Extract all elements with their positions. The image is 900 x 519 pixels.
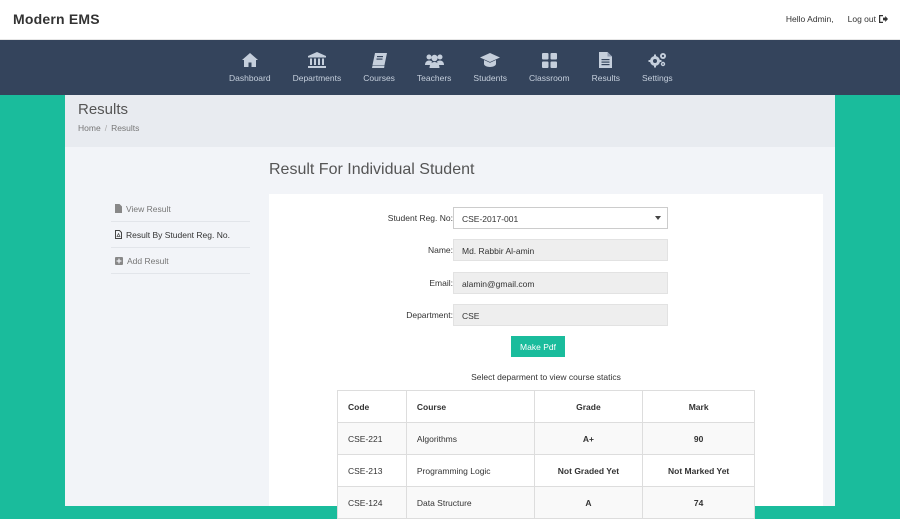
sidebar-item-view-result[interactable]: View Result xyxy=(111,196,250,222)
email-label: Email: xyxy=(429,278,453,288)
column-header-code: Code xyxy=(337,390,407,423)
nav-departments[interactable]: Departments xyxy=(282,40,353,95)
table-row: CSE-221 Algorithms A+ 90 xyxy=(337,422,755,455)
department-row: Department: CSE xyxy=(269,304,823,326)
sidebar-item-label: Result By Student Reg. No. xyxy=(126,229,230,240)
logout-link[interactable]: Log out xyxy=(848,14,888,24)
nav-settings-label: Settings xyxy=(641,73,673,83)
nav-dashboard-label: Dashboard xyxy=(229,73,271,83)
cell-code: CSE-221 xyxy=(337,422,407,455)
sidebar-item-label: Add Result xyxy=(127,255,169,266)
department-label: Department: xyxy=(406,310,453,320)
breadcrumb-separator: / xyxy=(104,123,108,133)
cell-course: Algorithms xyxy=(405,422,535,455)
book-icon xyxy=(371,52,387,68)
nav-settings[interactable]: Settings xyxy=(631,40,684,95)
sidebar: View Result Result By Student Reg. No. A… xyxy=(111,196,250,274)
content-panel: Results Home / Results View Result Result … xyxy=(65,95,835,519)
nav-courses[interactable]: Courses xyxy=(352,40,406,95)
grid-icon xyxy=(541,52,557,68)
main-heading: Result For Individual Student xyxy=(269,161,475,178)
table-row: CSE-213 Programming Logic Not Graded Yet… xyxy=(337,454,755,487)
sign-out-icon xyxy=(879,15,888,23)
column-header-grade: Grade xyxy=(533,390,644,423)
cell-grade: A+ xyxy=(533,422,644,455)
logout-label: Log out xyxy=(847,14,876,24)
user-area: Hello Admin, Log out xyxy=(786,14,888,24)
file-text-icon xyxy=(599,52,613,68)
main-navbar: Dashboard Departments Courses Teachers S… xyxy=(0,40,900,95)
reg-no-label: Student Reg. No: xyxy=(387,213,453,223)
page-header: Results Home / Results xyxy=(65,95,835,147)
name-label: Name: xyxy=(427,245,453,255)
cell-code: CSE-213 xyxy=(337,454,407,487)
brand-title[interactable]: Modern EMS xyxy=(13,11,100,27)
nav-courses-label: Courses xyxy=(363,73,395,83)
plus-square-icon xyxy=(115,256,123,265)
email-field: alamin@gmail.com xyxy=(453,272,668,294)
table-header-row: Code Course Grade Mark xyxy=(337,390,755,423)
breadcrumb-home[interactable]: Home xyxy=(78,123,101,133)
greeting-text: Hello Admin, xyxy=(785,14,834,24)
cell-course: Programming Logic xyxy=(405,454,535,487)
result-card: Student Reg. No: CSE-2017-001 Name: Md. … xyxy=(269,194,823,519)
results-table: Code Course Grade Mark CSE-221 Algorithm… xyxy=(337,390,755,519)
cell-grade: A xyxy=(533,486,644,519)
page-title: Results xyxy=(78,101,129,118)
reg-no-selected-value: CSE-2017-001 xyxy=(462,214,519,224)
column-header-course: Course xyxy=(405,390,535,423)
sidebar-item-result-by-reg[interactable]: Result By Student Reg. No. xyxy=(111,222,250,248)
file-icon xyxy=(115,204,122,213)
users-icon xyxy=(424,54,444,68)
cell-code: CSE-124 xyxy=(337,486,407,519)
cell-grade: Not Graded Yet xyxy=(533,454,644,487)
file-pdf-icon xyxy=(115,230,122,239)
sidebar-item-add-result[interactable]: Add Result xyxy=(111,248,250,274)
table-row: CSE-124 Data Structure A 74 xyxy=(337,486,755,519)
cell-mark: 90 xyxy=(642,422,755,455)
cell-course: Data Structure xyxy=(405,486,535,519)
name-field: Md. Rabbir Al-amin xyxy=(453,239,668,261)
make-pdf-button[interactable]: Make Pdf xyxy=(511,336,565,357)
home-icon xyxy=(241,53,258,67)
email-row: Email: alamin@gmail.com xyxy=(269,272,823,294)
cell-mark: 74 xyxy=(642,486,755,519)
nav-classroom-label: Classroom xyxy=(528,73,570,83)
gears-icon xyxy=(648,53,666,68)
cell-mark: Not Marked Yet xyxy=(642,454,755,487)
nav-results-label: Results xyxy=(591,73,620,83)
reg-no-row: Student Reg. No: CSE-2017-001 xyxy=(269,207,823,229)
bank-icon xyxy=(307,52,326,68)
nav-students-label: Students xyxy=(473,73,507,83)
course-hint-text: Select deparment to view course statics xyxy=(471,372,621,382)
breadcrumb-current: Results xyxy=(111,123,140,133)
department-field: CSE xyxy=(453,304,668,326)
nav-dashboard[interactable]: Dashboard xyxy=(218,40,282,95)
graduation-cap-icon xyxy=(480,53,501,67)
nav-teachers[interactable]: Teachers xyxy=(406,40,463,95)
nav-students[interactable]: Students xyxy=(462,40,518,95)
name-row: Name: Md. Rabbir Al-amin xyxy=(269,239,823,261)
reg-no-select[interactable]: CSE-2017-001 xyxy=(453,207,668,229)
caret-down-icon xyxy=(655,216,661,220)
breadcrumb: Home / Results xyxy=(78,123,139,133)
nav-results[interactable]: Results xyxy=(581,40,631,95)
sidebar-item-label: View Result xyxy=(126,203,171,214)
nav-classroom[interactable]: Classroom xyxy=(518,40,581,95)
top-bar: Modern EMS Hello Admin, Log out xyxy=(0,0,900,40)
nav-teachers-label: Teachers xyxy=(416,73,452,83)
column-header-mark: Mark xyxy=(642,390,755,423)
nav-departments-label: Departments xyxy=(292,73,342,83)
